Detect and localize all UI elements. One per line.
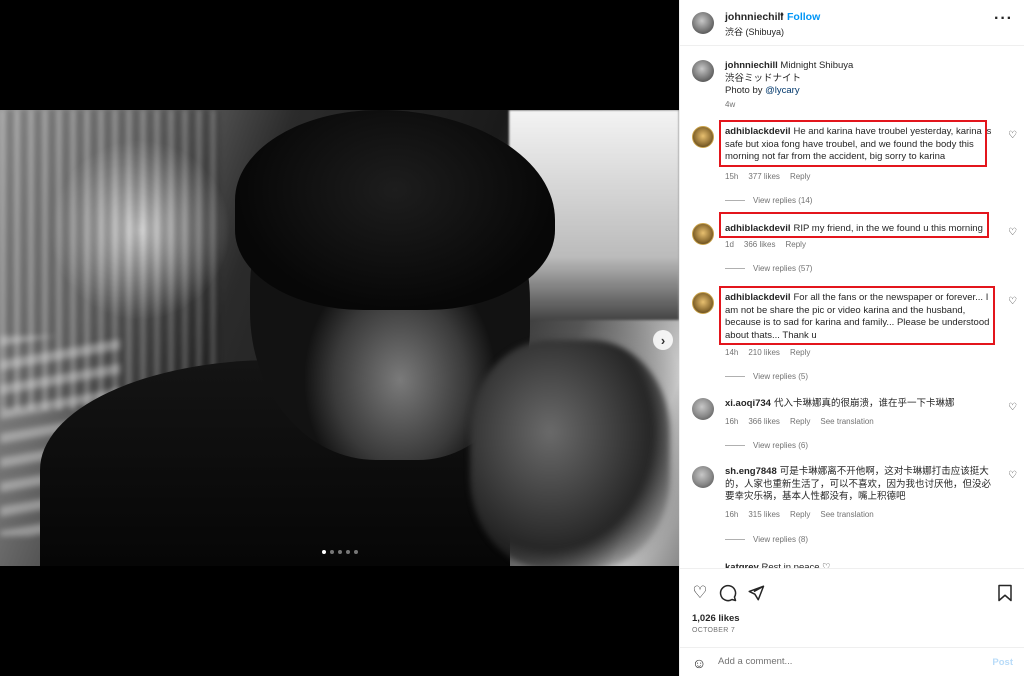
author-avatar[interactable] xyxy=(692,12,714,34)
comment-actions: 15h 377 likes Reply xyxy=(725,172,810,181)
comment-reply-button[interactable]: Reply xyxy=(790,172,810,181)
follow-button[interactable]: Follow xyxy=(787,11,820,23)
share-icon[interactable] xyxy=(746,583,766,603)
comment-age: 1d xyxy=(725,240,734,249)
photo-person-hair xyxy=(235,110,555,310)
comment-like-icon[interactable]: ♡ xyxy=(1008,296,1017,307)
comment-age: 16h xyxy=(725,510,739,519)
comment-likes[interactable]: 366 likes xyxy=(744,240,776,249)
action-icons: ♡ xyxy=(680,583,1024,603)
carousel-next-button[interactable]: › xyxy=(653,330,673,350)
carousel-dot xyxy=(346,550,350,554)
comment-body: 代入卡琳娜真的很崩溃，谁在乎一下卡琳娜 xyxy=(773,398,955,409)
post-comment-button[interactable]: Post xyxy=(992,657,1013,668)
post-action-bar: ♡ 1,026 likes OCTOBER 7 ☺ Post xyxy=(680,568,1024,676)
comment-age: 14h xyxy=(725,348,739,357)
replies-divider xyxy=(725,200,745,201)
highlight-box xyxy=(719,286,995,345)
replies-divider xyxy=(725,539,745,540)
replies-divider xyxy=(725,445,745,446)
view-replies-label: View replies (6) xyxy=(753,441,808,450)
comment-reply-button[interactable]: Reply xyxy=(790,417,810,426)
author-username[interactable]: johnniechill xyxy=(725,11,783,23)
replies-divider xyxy=(725,376,745,377)
view-replies-label: View replies (5) xyxy=(753,372,808,381)
comment-likes[interactable]: 210 likes xyxy=(748,348,780,357)
highlight-box xyxy=(719,212,989,238)
media-pane: › xyxy=(0,0,679,676)
view-replies-button[interactable]: View replies (57) xyxy=(725,264,812,273)
comment-like-icon[interactable]: ♡ xyxy=(1008,130,1017,141)
comment-likes[interactable]: 315 likes xyxy=(748,510,780,519)
commenter-avatar[interactable] xyxy=(692,292,714,314)
replies-divider xyxy=(725,268,745,269)
commenter-avatar[interactable] xyxy=(692,466,714,488)
post-location[interactable]: 渋谷 (Shibuya) xyxy=(725,25,784,38)
add-comment-bar: ☺ Post xyxy=(680,647,1024,676)
caption-photo-by: Photo by xyxy=(725,85,766,96)
highlight-box xyxy=(719,120,987,167)
comment-icon[interactable] xyxy=(718,583,738,603)
comment-likes[interactable]: 366 likes xyxy=(748,417,780,426)
comment-text: xi.aoqi734 代入卡琳娜真的很崩溃，谁在乎一下卡琳娜 xyxy=(725,398,995,411)
view-replies-label: View replies (14) xyxy=(753,196,813,205)
comment-like-icon[interactable]: ♡ xyxy=(1008,470,1017,481)
heart-icon[interactable]: ♡ xyxy=(690,583,710,603)
caption-line-2: 渋谷ミッドナイト xyxy=(725,72,802,84)
chevron-right-icon: › xyxy=(660,332,666,348)
more-horizontal-icon[interactable]: ··· xyxy=(994,10,1013,28)
caption-body: johnniechill Midnight Shibuya 渋谷ミッドナイト P… xyxy=(725,60,853,98)
comment-like-icon[interactable]: ♡ xyxy=(1008,227,1017,238)
post-like-count[interactable]: 1,026 likes xyxy=(692,613,740,624)
photo-crowd xyxy=(470,340,670,566)
comment-age: 15h xyxy=(725,172,739,181)
comment-actions: 1d 366 likes Reply xyxy=(725,240,806,249)
view-replies-button[interactable]: View replies (8) xyxy=(725,535,808,544)
comment-username[interactable]: xi.aoqi734 xyxy=(725,398,771,409)
post-sidebar: johnniechill • Follow 渋谷 (Shibuya) ··· j… xyxy=(679,0,1024,676)
caption-line-1: Midnight Shibuya xyxy=(780,60,854,71)
emoji-icon[interactable]: ☺ xyxy=(692,655,706,671)
caption-author-avatar[interactable] xyxy=(692,60,714,82)
view-replies-button[interactable]: View replies (5) xyxy=(725,372,808,381)
view-replies-label: View replies (57) xyxy=(753,264,813,273)
post-header: johnniechill • Follow 渋谷 (Shibuya) ··· xyxy=(680,0,1024,46)
bookmark-icon[interactable] xyxy=(995,583,1015,603)
see-translation-button[interactable]: See translation xyxy=(820,417,873,426)
header-separator: • xyxy=(780,9,784,21)
carousel-dot xyxy=(354,550,358,554)
comment-reply-button[interactable]: Reply xyxy=(790,510,810,519)
carousel-dots xyxy=(322,550,358,554)
comment-age: 16h xyxy=(725,417,739,426)
commenter-avatar[interactable] xyxy=(692,126,714,148)
add-comment-input[interactable] xyxy=(718,656,968,667)
comment-actions: 14h 210 likes Reply xyxy=(725,348,810,357)
comment-username[interactable]: sh.eng7848 xyxy=(725,466,777,477)
caption-username[interactable]: johnniechill xyxy=(725,60,778,71)
view-replies-button[interactable]: View replies (6) xyxy=(725,441,808,450)
comment-reply-button[interactable]: Reply xyxy=(790,348,810,357)
caption-mention-link[interactable]: @lycary xyxy=(765,85,799,96)
view-replies-button[interactable]: View replies (14) xyxy=(725,196,812,205)
carousel-dot xyxy=(338,550,342,554)
comment-reply-button[interactable]: Reply xyxy=(785,240,805,249)
post-date: OCTOBER 7 xyxy=(692,627,736,634)
comment-like-icon[interactable]: ♡ xyxy=(1008,402,1017,413)
carousel-dot xyxy=(330,550,334,554)
see-translation-button[interactable]: See translation xyxy=(820,510,873,519)
commenter-avatar[interactable] xyxy=(692,398,714,420)
view-replies-label: View replies (8) xyxy=(753,535,808,544)
caption-age: 4w xyxy=(725,100,736,109)
comment-likes[interactable]: 377 likes xyxy=(748,172,780,181)
commenter-avatar[interactable] xyxy=(692,223,714,245)
comment-actions: 16h 366 likes Reply See translation xyxy=(725,417,874,426)
comment-actions: 16h 315 likes Reply See translation xyxy=(725,510,874,519)
carousel-dot xyxy=(322,550,326,554)
post-photo[interactable] xyxy=(0,110,679,566)
comment-text: sh.eng7848 可是卡琳娜离不开他啊，这对卡琳娜打击应该挺大的，人家也重新生… xyxy=(725,466,995,504)
